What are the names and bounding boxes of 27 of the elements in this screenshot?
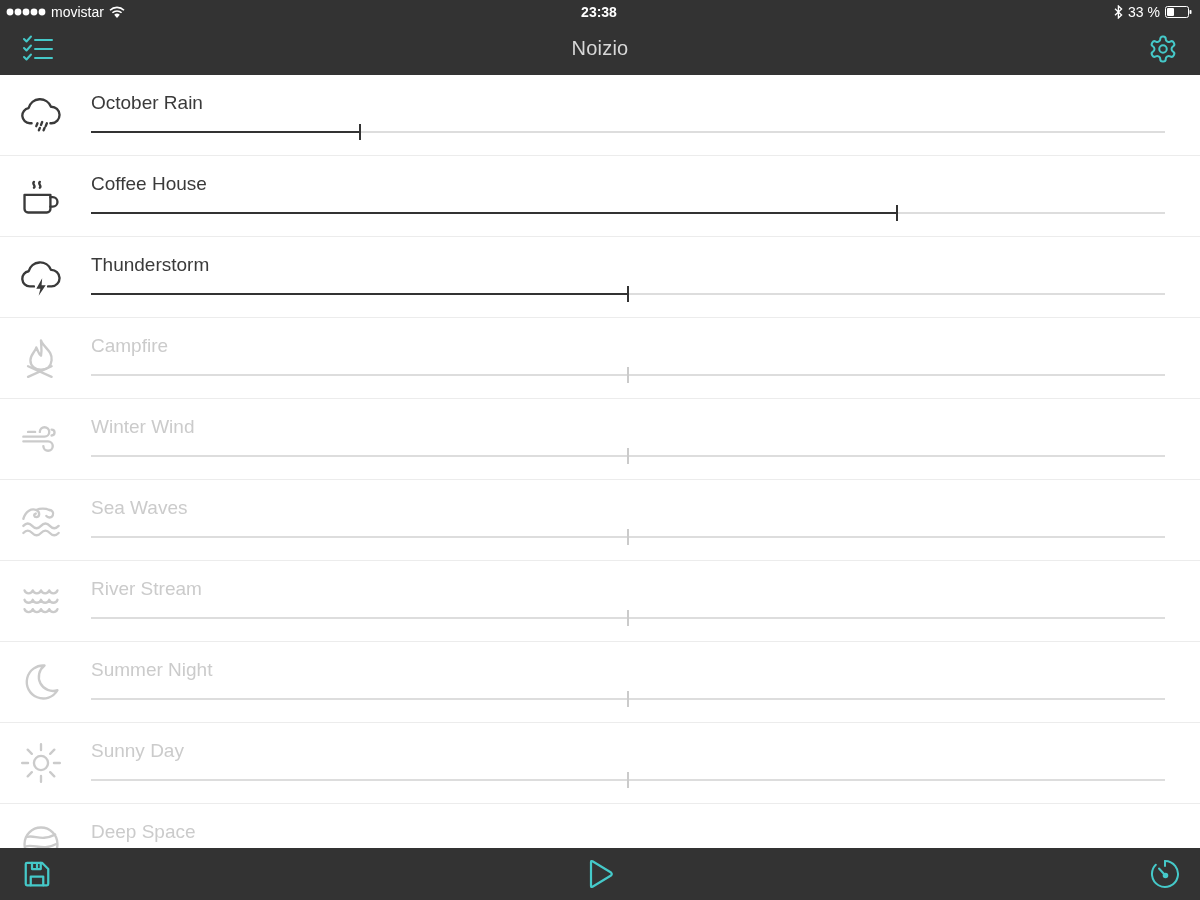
battery-icon: [1165, 6, 1192, 18]
save-icon: [22, 859, 52, 889]
volume-slider-handle[interactable]: [627, 610, 629, 626]
volume-slider-handle[interactable]: [627, 367, 629, 383]
volume-slider-handle[interactable]: [627, 529, 629, 545]
volume-slider-handle[interactable]: [895, 205, 898, 221]
bluetooth-icon: [1114, 5, 1124, 19]
carrier-name: movistar: [51, 4, 104, 20]
signal-dots-icon: [6, 8, 46, 16]
play-icon: [588, 859, 614, 889]
sound-name: October Rain: [91, 92, 203, 114]
sound-name: Thunderstorm: [91, 254, 210, 276]
settings-icon: [1148, 33, 1178, 64]
battery-percent: 33 %: [1128, 4, 1160, 20]
sun-icon: [21, 743, 61, 783]
volume-slider-handle[interactable]: [627, 691, 629, 707]
volume-slider-handle[interactable]: [627, 286, 629, 302]
timer-icon: [1150, 859, 1180, 889]
volume-slider-handle[interactable]: [627, 448, 629, 464]
sound-name: Coffee House: [91, 173, 207, 195]
volume-slider-handle[interactable]: [627, 772, 629, 788]
wifi-icon: [108, 6, 125, 18]
app-title: Noizio: [571, 37, 629, 60]
clock-time: 23:38: [581, 4, 617, 20]
volume-slider-handle[interactable]: [358, 124, 361, 140]
checklist-icon: [22, 34, 54, 63]
timer-button[interactable]: [1148, 857, 1182, 891]
